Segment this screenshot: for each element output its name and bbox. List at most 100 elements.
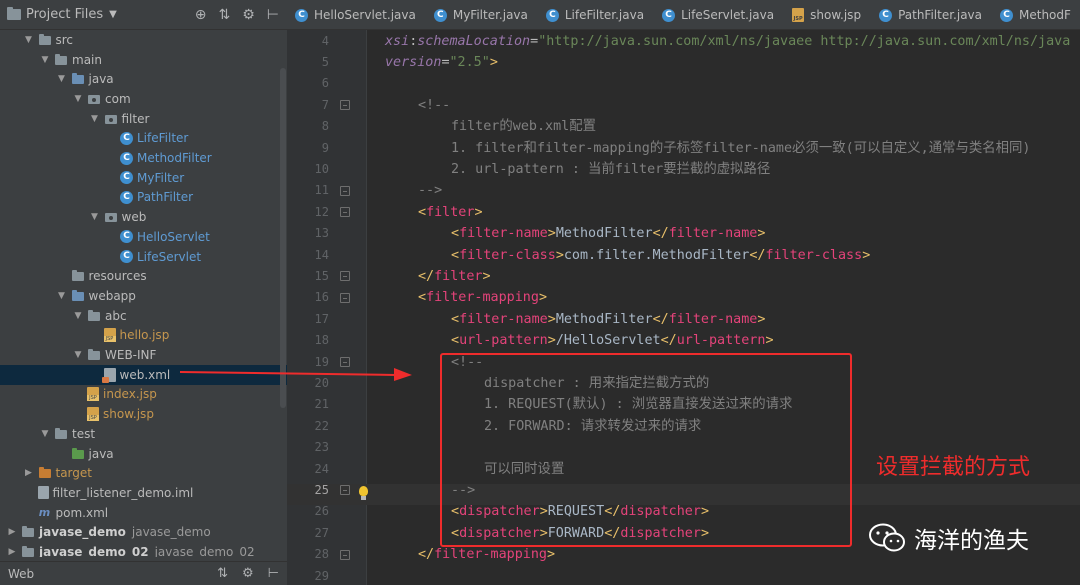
editor-tab[interactable]: C PathFilter.java xyxy=(871,0,992,29)
code-token: </ xyxy=(418,547,435,563)
line-number: 18 xyxy=(314,333,329,348)
chevron-down-icon[interactable]: ▼ xyxy=(109,9,117,20)
package-icon xyxy=(87,92,101,106)
tree-item-label: PathFilter xyxy=(137,190,194,205)
tree-item[interactable]: hello.jsp xyxy=(0,326,287,346)
code-token: filter-name xyxy=(668,311,758,327)
expand-arrow-icon[interactable]: ▼ xyxy=(72,311,84,321)
code-token: "2.5" xyxy=(449,54,490,70)
settings-gear-icon[interactable]: ⚙ xyxy=(242,7,255,23)
editor-tab-label: LifeServlet.java xyxy=(681,8,775,22)
tree-item[interactable]: ▼ filter xyxy=(0,109,287,129)
tree-item[interactable]: ▼ WEB-INF xyxy=(0,345,287,365)
expand-arrow-icon[interactable]: ▼ xyxy=(89,212,101,222)
project-tree[interactable]: ▼ src ▼ main ▼ java ▼ com ▼ filter C LifeFilter C Met… xyxy=(0,30,287,557)
tree-item[interactable]: ▼ web xyxy=(0,207,287,227)
tree-item-label: target xyxy=(55,466,93,481)
tree-item[interactable]: C MyFilter xyxy=(0,168,287,188)
code-line: 1. filter和filter-mapping的子标签filter-name必… xyxy=(451,138,1031,159)
tree-item[interactable]: ▶ javase_demo_02 javase_demo_02 xyxy=(0,542,287,557)
fold-marker-icon[interactable] xyxy=(340,185,350,196)
wechat-icon xyxy=(869,523,905,552)
tree-item-label: resources xyxy=(88,269,147,284)
fold-marker-icon[interactable] xyxy=(340,485,350,496)
tree-item[interactable]: ▶ target xyxy=(0,463,287,483)
expand-arrow-icon[interactable]: ▼ xyxy=(23,35,35,45)
collapse-arrow-icon[interactable]: ▶ xyxy=(6,547,18,557)
editor-tab[interactable]: JSP show.jsp xyxy=(784,0,871,29)
project-tree-scrollbar[interactable] xyxy=(280,68,286,408)
tree-item-label: java xyxy=(88,72,114,87)
java-class-icon: C xyxy=(433,8,447,22)
editor-tab[interactable]: C MethodF xyxy=(992,0,1080,29)
line-number: 22 xyxy=(314,418,329,433)
code-token: < xyxy=(418,290,427,306)
code-token: </ xyxy=(749,247,766,263)
expand-arrow-icon[interactable]: ▼ xyxy=(39,55,51,65)
tree-item[interactable]: ▼ test xyxy=(0,424,287,444)
code-token: > xyxy=(547,333,556,349)
collapse-all-icon[interactable]: ⇅ xyxy=(217,566,228,581)
editor-tab[interactable]: C LifeFilter.java xyxy=(538,0,654,29)
tree-item[interactable]: index.jsp xyxy=(0,385,287,405)
line-number: 14 xyxy=(314,247,329,262)
line-number: 4 xyxy=(321,33,329,48)
tree-item[interactable]: ▼ abc xyxy=(0,306,287,326)
code-token: > xyxy=(757,226,766,242)
tree-item[interactable]: filter_listener_demo.iml xyxy=(0,483,287,503)
java-class-icon: C xyxy=(120,250,133,264)
expand-arrow-icon[interactable]: ▼ xyxy=(72,350,84,360)
tree-item-label: filter xyxy=(121,111,150,126)
tree-item[interactable]: C HelloServlet xyxy=(0,227,287,247)
tree-item[interactable]: C MethodFilter xyxy=(0,148,287,168)
hide-panel-icon[interactable]: ⊢ xyxy=(268,566,279,581)
locate-icon[interactable]: ⊕ xyxy=(195,7,207,23)
expand-arrow-icon[interactable]: ▼ xyxy=(72,94,84,104)
tree-item[interactable]: m pom.xml xyxy=(0,503,287,523)
lightbulb-icon[interactable] xyxy=(358,486,370,502)
tree-item[interactable]: ▶ javase_demo javase_demo xyxy=(0,523,287,543)
tree-item[interactable]: C LifeFilter xyxy=(0,129,287,149)
iml-file-icon xyxy=(37,486,49,500)
expand-arrow-icon[interactable]: ▼ xyxy=(39,429,51,439)
tree-item[interactable]: ▼ com xyxy=(0,89,287,109)
tree-item[interactable]: java xyxy=(0,444,287,464)
tree-item[interactable]: ▼ java xyxy=(0,69,287,89)
tree-item[interactable]: ▼ webapp xyxy=(0,286,287,306)
tree-item-label: web xyxy=(121,210,147,225)
fold-marker-icon[interactable] xyxy=(340,549,350,560)
editor-tab[interactable]: C LifeServlet.java xyxy=(654,0,784,29)
tree-item[interactable]: C PathFilter xyxy=(0,188,287,208)
tree-item[interactable]: show.jsp xyxy=(0,404,287,424)
settings-gear-icon[interactable]: ⚙ xyxy=(242,566,254,581)
editor-tab[interactable]: C MyFilter.java xyxy=(426,0,538,29)
code-token: > xyxy=(474,204,483,220)
code-token: MethodFilter xyxy=(555,226,653,242)
fold-marker-icon[interactable] xyxy=(340,292,350,303)
fold-marker-icon[interactable] xyxy=(340,271,350,282)
collapse-arrow-icon[interactable]: ▶ xyxy=(23,468,35,478)
web-panel-header[interactable]: Web ⇅ ⚙ ⊢ xyxy=(0,561,287,585)
java-class-icon: C xyxy=(662,8,676,22)
jsp-file-icon xyxy=(87,387,99,402)
fold-marker-icon[interactable] xyxy=(340,207,350,218)
java-class-icon: C xyxy=(1000,8,1013,22)
tree-item[interactable]: resources xyxy=(0,266,287,286)
hide-panel-icon[interactable]: ⊢ xyxy=(267,7,279,23)
resources-folder-icon xyxy=(71,269,85,283)
editor-tab[interactable]: C HelloServlet.java xyxy=(287,0,426,29)
collapse-all-icon[interactable]: ⇅ xyxy=(219,7,231,23)
code-token: version xyxy=(385,54,442,70)
project-panel-header[interactable]: Project Files ▼ ⊕ ⇅ ⚙ ⊢ xyxy=(0,0,287,30)
expand-arrow-icon[interactable]: ▼ xyxy=(56,74,68,84)
tree-item[interactable]: ▼ main xyxy=(0,50,287,70)
fold-marker-icon[interactable] xyxy=(340,100,350,111)
expand-arrow-icon[interactable]: ▼ xyxy=(89,114,101,124)
folder-icon xyxy=(54,53,68,67)
expand-arrow-icon[interactable]: ▼ xyxy=(56,291,68,301)
tree-item[interactable]: C LifeServlet xyxy=(0,247,287,267)
tree-item-label: MethodFilter xyxy=(137,151,212,166)
tree-item[interactable]: ▼ src xyxy=(0,30,287,50)
collapse-arrow-icon[interactable]: ▶ xyxy=(6,527,18,537)
editor-tab-bar: C HelloServlet.java C MyFilter.java C LifeFil… xyxy=(287,0,1080,30)
